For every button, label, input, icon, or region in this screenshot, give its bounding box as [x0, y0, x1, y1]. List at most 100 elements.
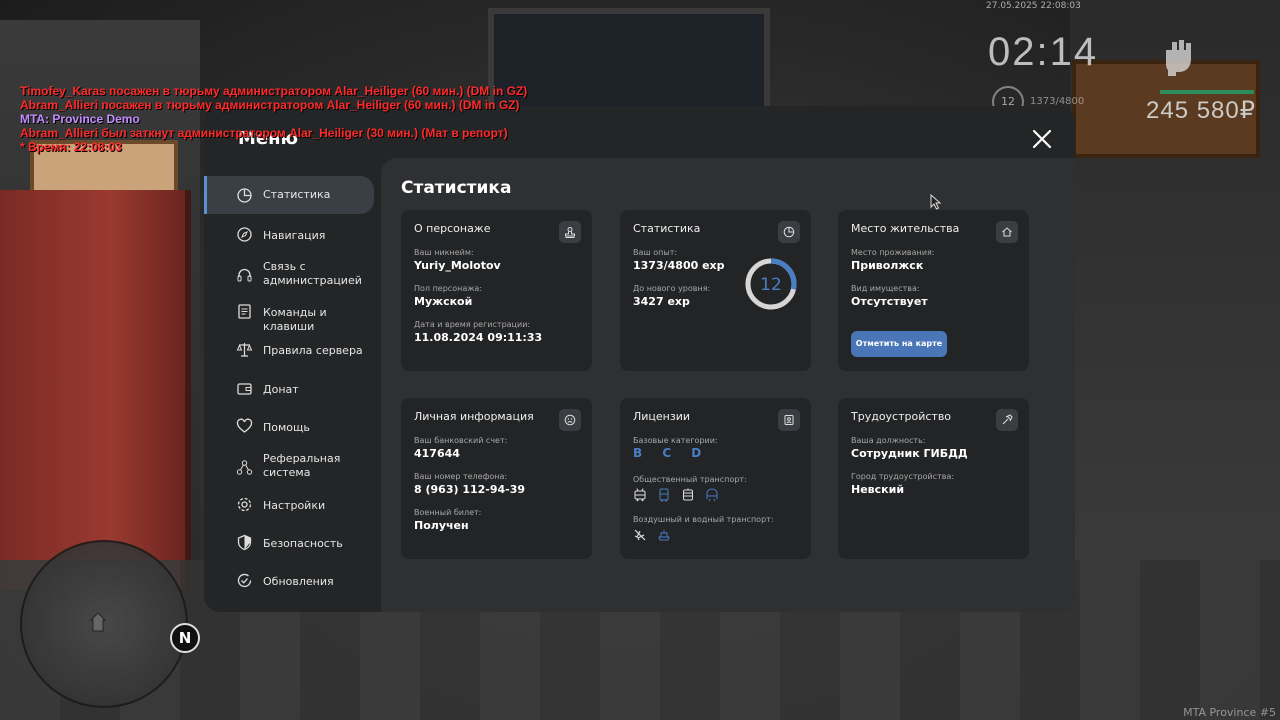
field-label: Ваш опыт: — [633, 248, 678, 257]
content-panel: Статистика О персонаже Ваш никнейм: Yuri… — [381, 158, 1075, 612]
sidebar-item-donate[interactable]: Донат — [204, 380, 374, 400]
gender-value: Мужской — [414, 295, 473, 308]
field-label: Ваш банковский счет: — [414, 436, 508, 445]
scales-icon — [236, 343, 253, 357]
sidebar-item-label: Навигация — [263, 229, 326, 242]
sidebar-item-admin-contact[interactable]: Связь с администрацией — [204, 260, 374, 290]
boat-icon — [657, 527, 671, 541]
license-categories: B C D — [633, 446, 710, 460]
field-label: До нового уровня: — [633, 284, 711, 293]
sidebar-item-label: Помощь — [263, 421, 310, 434]
sidebar-item-help[interactable]: Помощь — [204, 418, 374, 438]
card-statistics: Статистика Ваш опыт: 1373/4800 exp До но… — [620, 210, 811, 371]
sidebar-item-label: Донат — [263, 383, 299, 396]
position-value: Сотрудник ГИБДД — [851, 447, 968, 460]
card-title: Место жительства — [851, 222, 960, 235]
bank-account-value: 417644 — [414, 447, 460, 460]
chat-log: Timofey_Karas посажен в тюрьму администр… — [20, 84, 527, 154]
bus-icon — [657, 487, 671, 502]
field-label: Город трудоустройства: — [851, 472, 955, 481]
chat-line: * Время: 22:08:03 — [20, 140, 122, 154]
home-icon — [996, 221, 1018, 243]
sidebar-item-label: Реферальная система — [263, 452, 341, 479]
hud-datetime: 27.05.2025 22:08:03 — [986, 1, 1081, 11]
menu-window: Меню Статистика Навигация Связь с админи… — [204, 106, 1075, 612]
airplane-icon — [633, 527, 647, 541]
sidebar-item-updates[interactable]: Обновления — [204, 572, 374, 592]
mark-on-map-button[interactable]: Отметить на карте — [851, 331, 947, 357]
sidebar-item-label: Обновления — [263, 575, 334, 588]
field-label: Вид имущества: — [851, 284, 920, 293]
mouse-cursor-icon — [930, 194, 942, 210]
metro-icon — [705, 487, 719, 502]
compass-icon — [237, 227, 252, 242]
card-title: Трудоустройство — [851, 410, 952, 423]
id-card-icon — [778, 409, 800, 431]
wallet-icon — [237, 383, 252, 395]
sidebar-item-navigation[interactable]: Навигация — [204, 226, 374, 246]
close-icon[interactable] — [1031, 128, 1053, 150]
compass-north: N — [170, 623, 200, 653]
card-personal-info: Личная информация Ваш банковский счет: 4… — [401, 398, 592, 559]
next-level-value: 3427 exp — [633, 295, 690, 308]
hud-money: 245 580₽ — [1146, 97, 1257, 124]
sidebar-item-statistics[interactable]: Статистика — [204, 176, 374, 214]
face-icon — [559, 409, 581, 431]
exp-value: 1373/4800 exp — [633, 259, 725, 272]
sidebar-item-label: Правила сервера — [263, 344, 363, 357]
card-title: Личная информация — [414, 410, 534, 423]
card-licenses: Лицензии Базовые категории: B C D Общест… — [620, 398, 811, 559]
house-marker-icon — [90, 612, 106, 632]
network-icon — [236, 460, 253, 475]
card-residence: Место жительства Место проживания: Приво… — [838, 210, 1029, 371]
field-label: Дата и время регистрации: — [414, 320, 531, 329]
heart-hand-icon — [236, 418, 253, 433]
fist-icon — [1166, 40, 1191, 76]
public-transport-icons — [633, 487, 719, 502]
residence-value: Приволжск — [851, 259, 924, 272]
sidebar-item-settings[interactable]: Настройки — [204, 496, 374, 516]
military-ticket-value: Получен — [414, 519, 469, 532]
work-city-value: Невский — [851, 483, 905, 496]
field-label: Ваша должность: — [851, 436, 926, 445]
tram-icon — [681, 487, 695, 501]
field-label: Ваш никнейм: — [414, 248, 474, 257]
card-title: Статистика — [633, 222, 701, 235]
phone-value: 8 (963) 112-94-39 — [414, 483, 526, 496]
tools-icon — [996, 409, 1018, 431]
chat-line: Abram_Allieri был заткнут администраторо… — [20, 126, 508, 140]
chat-line: Timofey_Karas посажен в тюрьму администр… — [20, 84, 528, 98]
field-label: Военный билет: — [414, 508, 482, 517]
hud-health-bar — [1160, 90, 1254, 94]
card-employment: Трудоустройство Ваша должность: Сотрудни… — [838, 398, 1029, 559]
background-window — [488, 8, 770, 120]
field-label: Базовые категории: — [633, 436, 718, 445]
sidebar-item-label: Статистика — [263, 188, 331, 201]
pie-chart-icon — [778, 221, 800, 243]
sidebar-item-rules[interactable]: Правила сервера — [204, 341, 374, 361]
sidebar-item-commands[interactable]: Команды и клавиши — [204, 303, 374, 333]
sidebar-item-security[interactable]: Безопасность — [204, 534, 374, 554]
document-icon — [238, 304, 251, 319]
air-water-transport-icons — [633, 527, 671, 541]
pie-chart-icon — [237, 188, 252, 203]
trolleybus-icon — [633, 487, 647, 502]
field-label: Ваш номер телефона: — [414, 472, 508, 481]
sidebar-item-label: Связь с администрацией — [263, 260, 362, 287]
gear-icon — [237, 497, 252, 512]
sidebar-item-label: Команды и клавиши — [263, 306, 327, 333]
registration-value: 11.08.2024 09:11:33 — [414, 331, 543, 344]
server-watermark: MTA Province #5 — [1183, 706, 1276, 719]
shield-icon — [237, 534, 252, 551]
chat-line: Abram_Allieri посажен в тюрьму администр… — [20, 98, 520, 112]
hud-clock: 02:14 — [988, 30, 1099, 74]
field-label: Общественный транспорт: — [633, 475, 747, 484]
level-progress-ring: 12 — [745, 258, 797, 310]
field-label: Воздушный и водный транспорт: — [633, 515, 774, 524]
field-label: Пол персонажа: — [414, 284, 483, 293]
stamp-icon — [559, 221, 581, 243]
field-label: Место проживания: — [851, 248, 935, 257]
card-character: О персонаже Ваш никнейм: Yuriy_Molotov П… — [401, 210, 592, 371]
sidebar-item-referral[interactable]: Реферальная система — [204, 452, 374, 482]
headset-icon — [237, 268, 252, 282]
